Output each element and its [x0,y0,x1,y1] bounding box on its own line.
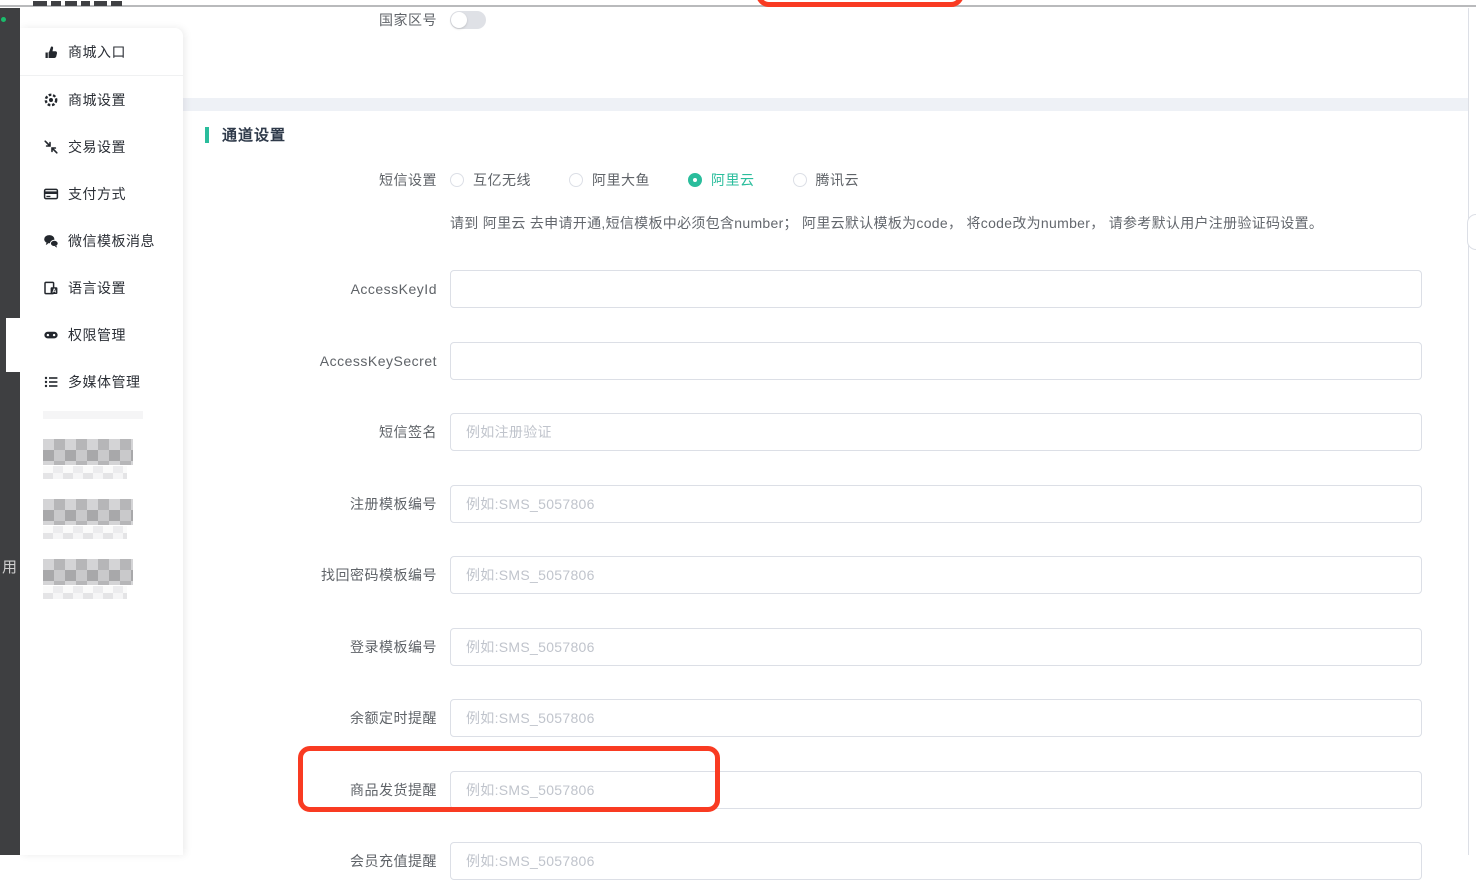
sms-setting-label: 短信设置 [183,170,437,190]
form-input-2[interactable] [450,413,1422,451]
credit-card-icon [43,186,59,202]
section-separator [183,98,1468,111]
list-icon [43,374,59,390]
sidebar-item-masked[interactable] [43,559,183,599]
rail-vertical-label: 用 [2,556,17,577]
form-input-6[interactable] [450,699,1422,737]
radio-label: 阿里云 [711,170,755,190]
form-input-8[interactable] [450,842,1422,880]
section-title: 通道设置 [222,124,286,145]
sidebar-item-6[interactable]: 权限管理 [20,311,183,358]
sidebar: 商城入口商城设置交易设置支付方式微信模板消息 A 语言设置权限管理多媒体管理 [20,28,183,855]
main-content: 国家区号 通道设置 短信设置 互亿无线 阿里大鱼 阿里云 腾讯云 请到 阿里云 去申请… [183,8,1468,855]
form-label: 登录模板编号 [183,637,437,657]
radio-circle-icon[interactable] [450,173,464,187]
form-input-0[interactable] [450,270,1422,308]
sidebar-item-label: 语言设置 [68,278,126,298]
form-label: 会员充值提醒 [183,851,437,871]
gear-icon [43,92,59,108]
sidebar-item-label: 多媒体管理 [68,372,141,392]
form-label: 找回密码模板编号 [183,565,437,585]
gamepad-icon [43,327,59,343]
sms-provider-radio-group: 互亿无线 阿里大鱼 阿里云 腾讯云 [450,170,859,190]
radio-circle-icon[interactable] [569,173,583,187]
form-label: 短信签名 [183,422,437,442]
sidebar-item-label: 商城入口 [68,42,126,62]
form-label: AccessKeyId [183,281,437,297]
form-row-3: 注册模板编号 [183,485,1422,523]
content-right-border [1468,8,1469,855]
masked-text-block [43,526,127,539]
form-row-6: 余额定时提醒 [183,699,1422,737]
section-header: 通道设置 [205,124,286,145]
radio-label: 阿里大鱼 [592,170,650,190]
sidebar-item-label: 微信模板消息 [68,231,155,251]
sms-help-text: 请到 阿里云 去申请开通,短信模板中必须包含number； 阿里云默认模板为co… [450,213,1323,233]
country-code-toggle[interactable] [450,11,486,29]
sidebar-item-7[interactable]: 多媒体管理 [20,358,183,405]
collapsed-side-handle[interactable] [1467,214,1476,250]
radio-sms-provider-2[interactable]: 阿里云 [688,170,755,190]
form-label: 注册模板编号 [183,494,437,514]
language-icon: A [43,280,59,296]
sidebar-item-label: 交易设置 [68,137,126,157]
masked-text-block [43,466,127,479]
sidebar-item-label: 商城设置 [68,90,126,110]
radio-sms-provider-3[interactable]: 腾讯云 [793,170,860,190]
sms-provider-row: 短信设置 互亿无线 阿里大鱼 阿里云 腾讯云 [183,170,859,190]
hand-click-icon [43,44,59,60]
form-row-4: 找回密码模板编号 [183,556,1422,594]
sidebar-item-1[interactable]: 商城设置 [20,76,183,123]
annotation-box-top [756,0,964,7]
chat-bubbles-icon [43,233,59,249]
compress-arrows-icon [43,139,59,155]
form-row-1: AccessKeySecret [183,342,1422,380]
masked-text-block [43,586,127,599]
toggle-knob [451,12,467,28]
masked-text-block [43,499,133,525]
radio-circle-icon[interactable] [793,173,807,187]
sidebar-item-2[interactable]: 交易设置 [20,123,183,170]
sidebar-item-label: 支付方式 [68,184,126,204]
form-input-5[interactable] [450,628,1422,666]
form-input-1[interactable] [450,342,1422,380]
radio-circle-icon[interactable] [688,173,702,187]
masked-text-block [43,439,133,465]
sidebar-item-0[interactable]: 商城入口 [20,28,183,75]
sidebar-item-4[interactable]: 微信模板消息 [20,217,183,264]
rail-notch [6,318,20,372]
form-label: 余额定时提醒 [183,708,437,728]
clipped-tab-text [33,1,122,6]
section-accent-bar [205,127,209,143]
form-input-4[interactable] [450,556,1422,594]
form-row-2: 短信签名 [183,413,1422,451]
radio-label: 腾讯云 [816,170,860,190]
masked-smudge [43,411,143,419]
form-row-7: 商品发货提醒 [183,771,1422,809]
radio-label: 互亿无线 [473,170,531,190]
browser-chrome-edge [0,0,1476,7]
country-code-label: 国家区号 [183,10,437,30]
form-input-3[interactable] [450,485,1422,523]
svg-text:A: A [52,288,56,294]
sms-settings-form: AccessKeyId AccessKeySecret 短信签名注册模板编号找回密码… [183,270,1422,880]
form-row-5: 登录模板编号 [183,628,1422,666]
left-dark-rail: 用 [0,8,20,855]
masked-text-block [43,559,133,585]
form-label: AccessKeySecret [183,353,437,369]
sidebar-item-3[interactable]: 支付方式 [20,170,183,217]
country-code-row: 国家区号 [183,10,486,30]
form-row-8: 会员充值提醒 [183,842,1422,880]
form-label: 商品发货提醒 [183,780,437,800]
sidebar-item-masked[interactable] [43,439,183,479]
sidebar-item-label: 权限管理 [68,325,126,345]
sidebar-item-5[interactable]: A 语言设置 [20,264,183,311]
sidebar-item-masked[interactable] [43,499,183,539]
form-input-7[interactable] [450,771,1422,809]
green-status-dot [1,17,6,22]
radio-sms-provider-1[interactable]: 阿里大鱼 [569,170,650,190]
radio-sms-provider-0[interactable]: 互亿无线 [450,170,531,190]
form-row-0: AccessKeyId [183,270,1422,308]
